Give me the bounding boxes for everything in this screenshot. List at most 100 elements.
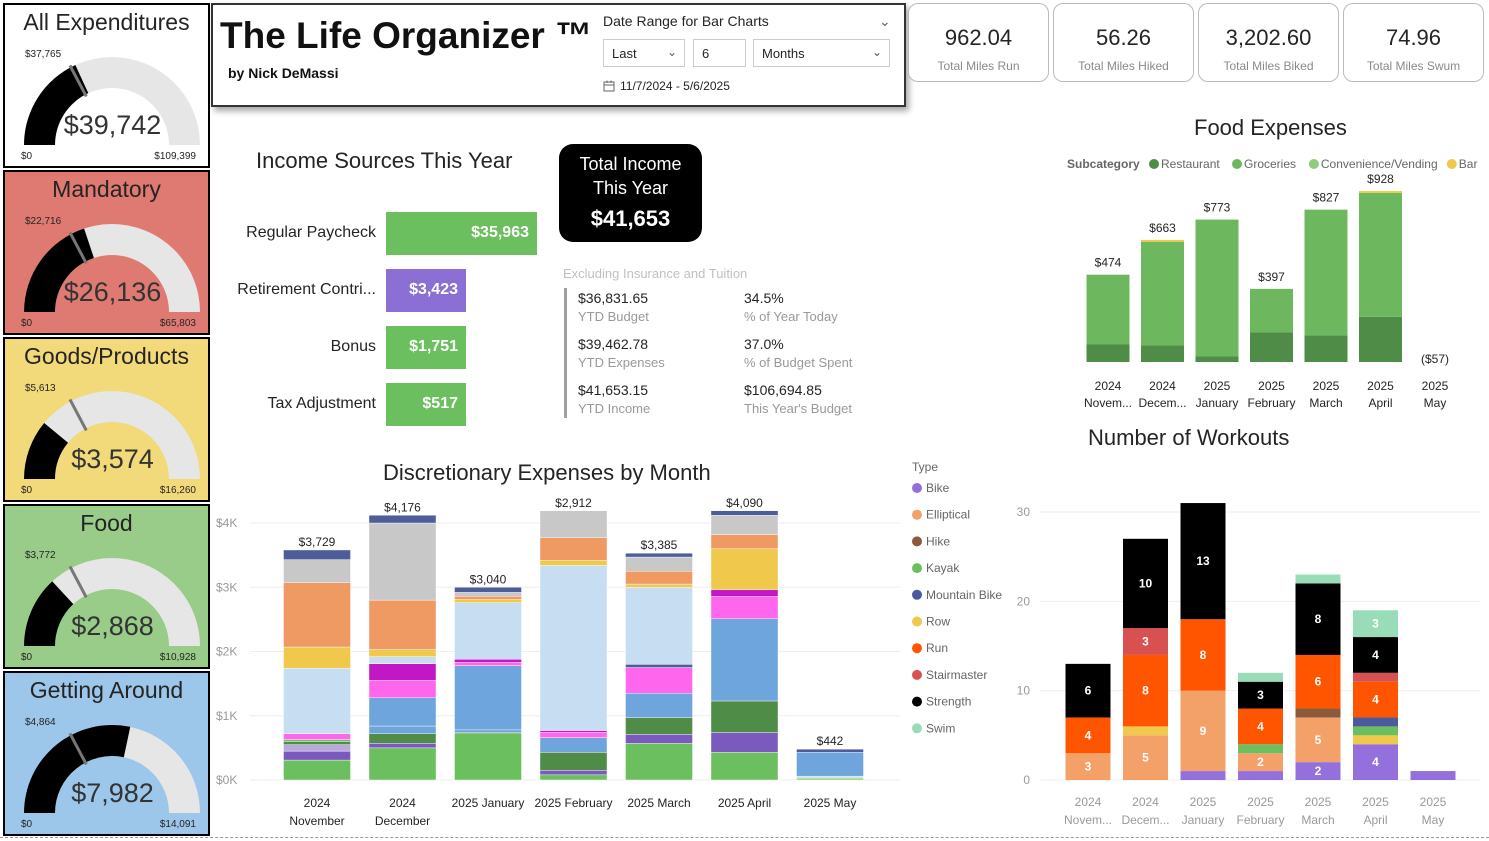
workout-bar-segment[interactable]: [1295, 574, 1341, 584]
legend-item[interactable]: Bike: [926, 481, 950, 495]
expense-bar-segment[interactable]: [539, 752, 608, 771]
legend-item[interactable]: Elliptical: [926, 508, 970, 522]
expense-bar-segment[interactable]: [283, 733, 351, 740]
income-bar[interactable]: $3,423: [386, 269, 466, 312]
workout-bar-segment[interactable]: [1353, 672, 1398, 682]
expense-bar-segment[interactable]: [454, 602, 522, 660]
date-range-display[interactable]: 11/7/2024 - 5/6/2025: [603, 79, 730, 93]
expense-bar-segment[interactable]: [454, 596, 522, 600]
expense-bar-segment[interactable]: [283, 582, 351, 648]
unit-dropdown[interactable]: Months ⌄: [753, 39, 890, 67]
expense-bar-segment[interactable]: [283, 559, 351, 583]
expense-bar-segment[interactable]: [283, 741, 351, 745]
legend-item[interactable]: Strength: [926, 695, 971, 709]
expense-bar-segment[interactable]: [454, 733, 522, 781]
expense-bar-segment[interactable]: [283, 668, 351, 734]
expense-bar-segment[interactable]: [454, 592, 522, 597]
legend-item[interactable]: Mountain Bike: [926, 588, 1002, 602]
expense-bar-segment[interactable]: [710, 589, 779, 597]
legend-item[interactable]: Groceries: [1244, 157, 1296, 171]
expense-bar-segment[interactable]: [539, 565, 608, 731]
workout-bar-segment[interactable]: [1353, 735, 1398, 745]
workout-bar-segment[interactable]: [1238, 771, 1283, 780]
food-bar-segment[interactable]: [1304, 335, 1348, 362]
workouts-chart[interactable]: Type Bike Elliptical Hike Kayak Mountain Bike…: [905, 455, 1485, 835]
expense-bar-segment[interactable]: [368, 743, 437, 749]
expense-bar-segment[interactable]: [368, 515, 437, 524]
workout-bar-segment[interactable]: [1353, 726, 1398, 736]
expense-bar-segment[interactable]: [539, 510, 608, 538]
expense-bar-segment[interactable]: [368, 522, 437, 601]
food-bar-segment[interactable]: [1250, 332, 1293, 362]
expense-bar-segment[interactable]: [625, 556, 693, 572]
expense-bar-segment[interactable]: [710, 752, 779, 781]
expense-bar-segment[interactable]: [710, 596, 779, 619]
discretionary-chart[interactable]: $0K $1K $2K $3K $4K $3,729 2024 November $4,176 2…: [210, 495, 905, 835]
expense-bar-segment[interactable]: [625, 552, 693, 558]
food-bar-segment[interactable]: [1086, 344, 1130, 363]
legend-item[interactable]: Bar: [1459, 157, 1478, 171]
expense-bar-segment[interactable]: [539, 537, 608, 561]
expense-bar-segment[interactable]: [710, 618, 779, 702]
expense-bar-segment[interactable]: [454, 599, 522, 603]
expense-bar-segment[interactable]: [625, 587, 693, 665]
expense-bar-segment[interactable]: [625, 717, 693, 735]
expense-bar-segment[interactable]: [625, 734, 693, 744]
workout-bar-segment[interactable]: [1238, 744, 1283, 754]
food-bar-segment[interactable]: [1359, 192, 1402, 317]
legend-item[interactable]: Row: [926, 615, 950, 629]
expense-bar-segment[interactable]: [539, 774, 608, 781]
income-bar[interactable]: $35,963: [386, 212, 537, 255]
chevron-down-icon[interactable]: ⌄: [879, 13, 891, 30]
workout-bar-segment[interactable]: [1123, 726, 1168, 736]
expense-bar-segment[interactable]: [368, 733, 437, 744]
workout-bar-segment[interactable]: [1238, 672, 1283, 682]
expense-bar-segment[interactable]: [283, 646, 351, 669]
food-bar-segment[interactable]: [1195, 219, 1239, 357]
expense-bar-segment[interactable]: [454, 659, 522, 663]
expense-bar-segment[interactable]: [368, 649, 437, 657]
expense-bar-segment[interactable]: [796, 748, 864, 753]
expense-bar-segment[interactable]: [454, 587, 522, 593]
legend-item[interactable]: Swim: [926, 721, 955, 735]
food-bar-segment[interactable]: [1359, 191, 1402, 193]
expense-bar-segment[interactable]: [368, 663, 437, 681]
relative-dropdown[interactable]: Last ⌄: [603, 39, 685, 67]
expense-bar-segment[interactable]: [368, 697, 437, 727]
legend-item[interactable]: Kayak: [926, 561, 960, 575]
expense-bar-segment[interactable]: [710, 548, 779, 591]
expense-bar-segment[interactable]: [283, 739, 351, 742]
expense-bar-segment[interactable]: [710, 700, 779, 733]
expense-bar-segment[interactable]: [539, 732, 608, 738]
expense-bar-segment[interactable]: [368, 725, 437, 734]
expense-bar-segment[interactable]: [625, 583, 693, 588]
expense-bar-segment[interactable]: [539, 737, 608, 753]
expense-bar-segment[interactable]: [368, 680, 437, 698]
expense-bar-segment[interactable]: [796, 752, 864, 777]
legend-item[interactable]: Run: [926, 641, 948, 655]
income-bar[interactable]: $517: [386, 383, 466, 426]
expense-bar-segment[interactable]: [625, 664, 693, 668]
legend-item[interactable]: Hike: [926, 534, 950, 548]
food-expenses-chart[interactable]: Subcategory Restaurant Groceries Convenienc…: [1060, 150, 1480, 415]
food-bar-segment[interactable]: [1359, 316, 1402, 362]
food-bar-segment[interactable]: [1250, 288, 1293, 333]
expense-bar-segment[interactable]: [710, 510, 779, 516]
expense-bar-segment[interactable]: [283, 750, 351, 761]
food-bar-segment[interactable]: [1141, 239, 1184, 242]
food-bar-segment[interactable]: [1141, 345, 1184, 362]
expense-bar-segment[interactable]: [539, 560, 608, 566]
workout-bar-segment[interactable]: [1353, 717, 1398, 727]
expense-bar-segment[interactable]: [454, 729, 522, 733]
food-bar-segment[interactable]: [1195, 356, 1239, 362]
workout-bar-segment[interactable]: [1180, 771, 1226, 780]
expense-bar-segment[interactable]: [283, 744, 351, 752]
expense-bar-segment[interactable]: [710, 515, 779, 535]
expense-bar-segment[interactable]: [625, 693, 693, 718]
expense-bar-segment[interactable]: [539, 770, 608, 776]
food-bar-segment[interactable]: [1304, 209, 1348, 336]
legend-item[interactable]: Restaurant: [1161, 157, 1220, 171]
expense-bar-segment[interactable]: [625, 743, 693, 781]
legend-item[interactable]: Convenience/Vending: [1321, 157, 1438, 171]
expense-bar-segment[interactable]: [454, 662, 522, 666]
